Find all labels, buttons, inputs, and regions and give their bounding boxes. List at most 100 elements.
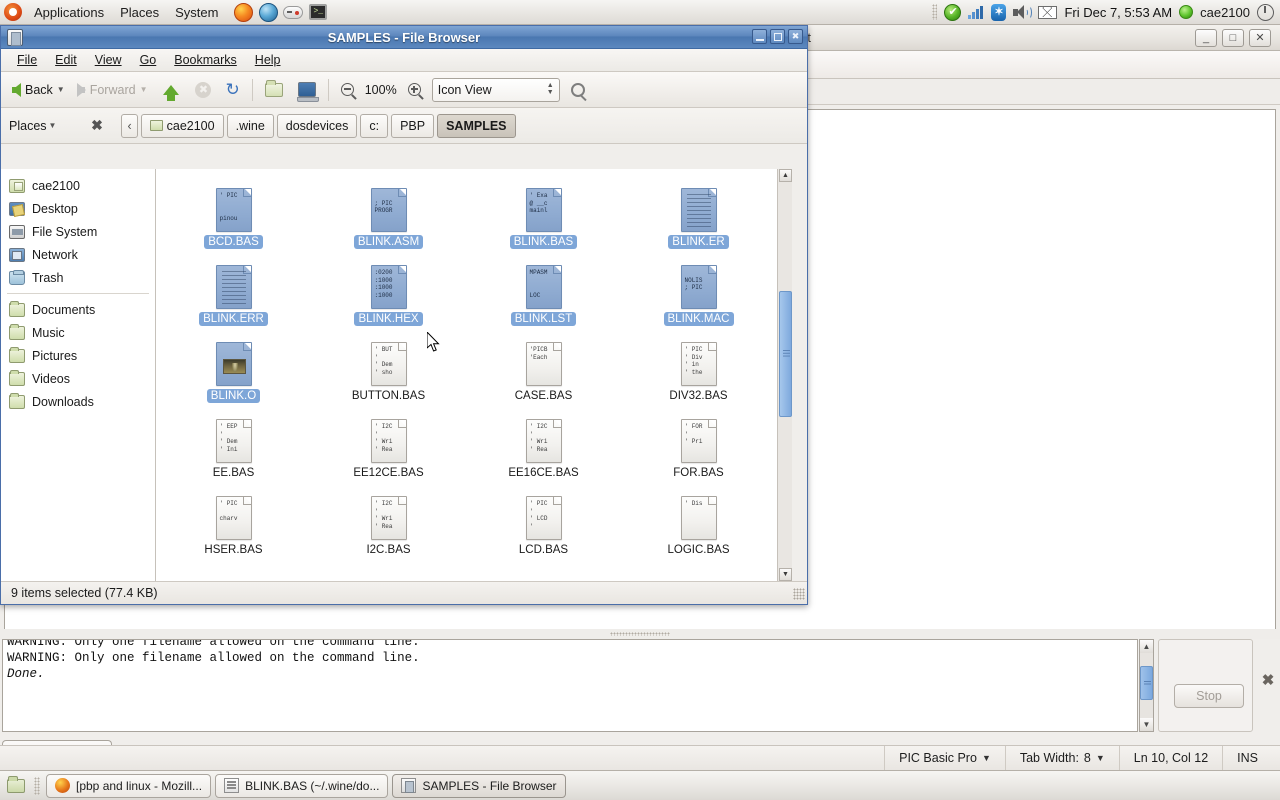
menu-view[interactable]: View — [87, 51, 130, 69]
output-scrollbar-thumb[interactable] — [1140, 666, 1153, 700]
sidebar-item-videos[interactable]: Videos — [1, 367, 155, 390]
stop-loading-button[interactable]: ✖ — [186, 79, 216, 101]
reload-button[interactable]: ↻ — [218, 78, 244, 101]
chevron-down-icon[interactable]: ▼ — [57, 85, 65, 94]
file-browser-window[interactable]: SAMPLES - File Browser ✖ File Edit View … — [0, 25, 808, 605]
bg-minimize-button[interactable]: _ — [1195, 28, 1217, 47]
mail-icon[interactable] — [1038, 5, 1058, 19]
view-mode-select[interactable]: Icon View ▲ ▼ — [431, 77, 560, 102]
launcher-thunderbird[interactable] — [257, 1, 279, 23]
file-browser-titlebar[interactable]: SAMPLES - File Browser ✖ — [1, 26, 807, 49]
scrollbar-thumb[interactable] — [779, 291, 792, 417]
zoom-in-button[interactable] — [403, 80, 426, 99]
file-item[interactable]: ' Dis LOGIC.BAS — [621, 492, 776, 569]
launcher-terminal[interactable]: >_ — [307, 1, 329, 23]
launcher-game[interactable] — [282, 1, 304, 23]
file-icon-view[interactable]: ADCIN8.BAS ADCIN10.BAS ASMINT.BAS ASMINT17.… — [156, 169, 792, 581]
sidebar-item-trash[interactable]: Trash — [1, 266, 155, 289]
update-manager-icon[interactable] — [944, 3, 962, 21]
sidebar-item-pictures[interactable]: Pictures — [1, 344, 155, 367]
forward-button[interactable]: Forward ▼ — [72, 80, 153, 100]
file-item[interactable]: ' PIC ' Div ' in ' the DIV32.BAS — [621, 338, 776, 415]
file-view-vertical-scrollbar[interactable]: ▲ ▼ — [777, 169, 792, 581]
file-item[interactable]: MPASM LOC BLINK.LST — [466, 261, 621, 338]
chevron-down-icon[interactable]: ▼ — [140, 85, 148, 94]
close-sidebar-icon[interactable]: ✖ — [88, 117, 105, 134]
menu-system[interactable]: System — [167, 2, 226, 23]
file-item[interactable]: ' I2C ' ' Wri ' Rea EE16CE.BAS — [466, 415, 621, 492]
breadcrumb-prev-button[interactable]: ‹ — [121, 113, 138, 138]
file-item[interactable]: ADCIN10.BAS — [311, 169, 466, 184]
sidebar-item-desktop[interactable]: Desktop — [1, 197, 155, 220]
breadcrumb-item-wine[interactable]: .wine — [226, 113, 274, 138]
file-item[interactable]: ; PIC PROGR BLINK.ASM — [311, 184, 466, 261]
power-icon[interactable] — [1257, 3, 1274, 21]
scroll-down-icon[interactable]: ▼ — [779, 568, 792, 581]
file-item[interactable]: ADCIN8.BAS — [156, 169, 311, 184]
file-item[interactable]: NOLIS; PIC BLINK.MAC — [621, 261, 776, 338]
shell-output-text[interactable]: WARNING: Only one filename allowed on th… — [2, 639, 1138, 732]
output-vertical-scrollbar[interactable]: ▲ ▼ — [1139, 639, 1154, 732]
show-desktop-button[interactable] — [4, 775, 28, 797]
breadcrumb-item-samples[interactable]: SAMPLES — [437, 113, 516, 138]
volume-icon[interactable] — [1013, 4, 1033, 20]
minimize-button[interactable] — [752, 29, 767, 44]
menu-go[interactable]: Go — [132, 51, 165, 69]
sidebar-item-cae2100[interactable]: cae2100 — [1, 174, 155, 197]
status-language[interactable]: PIC Basic Pro ▼ — [884, 745, 1005, 771]
file-item[interactable]: ' I2C ' ' Wri ' Rea EE12CE.BAS — [311, 415, 466, 492]
sidebar-item-downloads[interactable]: Downloads — [1, 390, 155, 413]
zoom-out-button[interactable] — [336, 80, 359, 99]
task-button-file-browser[interactable]: SAMPLES - File Browser — [392, 773, 566, 798]
status-tab-width[interactable]: Tab Width: 8 ▼ — [1004, 745, 1119, 771]
output-scroll-down-icon[interactable]: ▼ — [1140, 718, 1153, 731]
breadcrumb-item-c[interactable]: c: — [360, 113, 389, 138]
task-button-firefox[interactable]: [pbp and linux - Mozill... — [46, 773, 212, 798]
menu-places[interactable]: Places — [112, 2, 167, 23]
file-item[interactable]: ' PIC charv HSER.BAS — [156, 492, 311, 569]
file-item[interactable]: ' FOR ' ' Pri FOR.BAS — [621, 415, 776, 492]
file-item[interactable]: ' PIC pinou BCD.BAS — [156, 184, 311, 261]
file-item[interactable]: :0200:1000:1000:1000 BLINK.HEX — [311, 261, 466, 338]
file-item[interactable]: ' I2C ' ' Wri ' Rea I2C.BAS — [311, 492, 466, 569]
file-item[interactable]: ASMINT17.BAS — [621, 169, 776, 184]
sidebar-item-documents[interactable]: Documents — [1, 298, 155, 321]
file-item[interactable]: BLINK.ER — [621, 184, 776, 261]
file-item[interactable]: BLINK.ERR — [156, 261, 311, 338]
bg-maximize-button[interactable]: □ — [1222, 28, 1244, 47]
username-label[interactable]: cae2100 — [1200, 5, 1250, 20]
bluetooth-icon[interactable]: ✶ — [991, 3, 1007, 21]
close-output-pane-icon[interactable]: ✖ — [1261, 673, 1275, 688]
network-signal-icon[interactable] — [968, 5, 984, 19]
ubuntu-logo-icon[interactable] — [4, 3, 22, 21]
sidebar-item-file-system[interactable]: File System — [1, 220, 155, 243]
resize-grip-icon[interactable] — [793, 588, 805, 600]
user-status-icon[interactable] — [1179, 5, 1194, 19]
search-icon[interactable] — [570, 82, 585, 97]
places-dropdown-button[interactable]: Places ▼ — [9, 119, 56, 133]
up-button[interactable] — [154, 82, 184, 101]
bg-close-button[interactable]: ✕ — [1249, 28, 1271, 47]
launcher-firefox[interactable] — [232, 1, 254, 23]
output-pane-splitter[interactable] — [0, 629, 1280, 639]
close-button[interactable]: ✖ — [788, 29, 803, 44]
menu-help[interactable]: Help — [247, 51, 289, 69]
file-item[interactable]: ' BUT ' ' Dem ' sho BUTTON.BAS — [311, 338, 466, 415]
sidebar-item-music[interactable]: Music — [1, 321, 155, 344]
file-item[interactable]: ' PIC ' ' LCD ' LCD.BAS — [466, 492, 621, 569]
file-item[interactable]: 'PICB 'Each CASE.BAS — [466, 338, 621, 415]
home-button[interactable] — [260, 79, 288, 100]
sidebar-item-network[interactable]: Network — [1, 243, 155, 266]
menu-applications[interactable]: Applications — [26, 2, 112, 23]
breadcrumb-item-dosdevices[interactable]: dosdevices — [276, 113, 358, 138]
back-button[interactable]: Back ▼ — [7, 80, 70, 100]
stop-button[interactable]: Stop — [1174, 684, 1244, 708]
file-item[interactable]: BLINK.O — [156, 338, 311, 415]
task-button-editor[interactable]: BLINK.BAS (~/.wine/do... — [215, 773, 389, 798]
file-item[interactable]: ' EEP ' ' Dem ' Ini EE.BAS — [156, 415, 311, 492]
clock-label[interactable]: Fri Dec 7, 5:53 AM — [1064, 5, 1172, 20]
output-scroll-up-icon[interactable]: ▲ — [1140, 640, 1153, 653]
breadcrumb-item-pbp[interactable]: PBP — [391, 113, 435, 138]
menu-edit[interactable]: Edit — [47, 51, 85, 69]
menu-bookmarks[interactable]: Bookmarks — [166, 51, 245, 69]
